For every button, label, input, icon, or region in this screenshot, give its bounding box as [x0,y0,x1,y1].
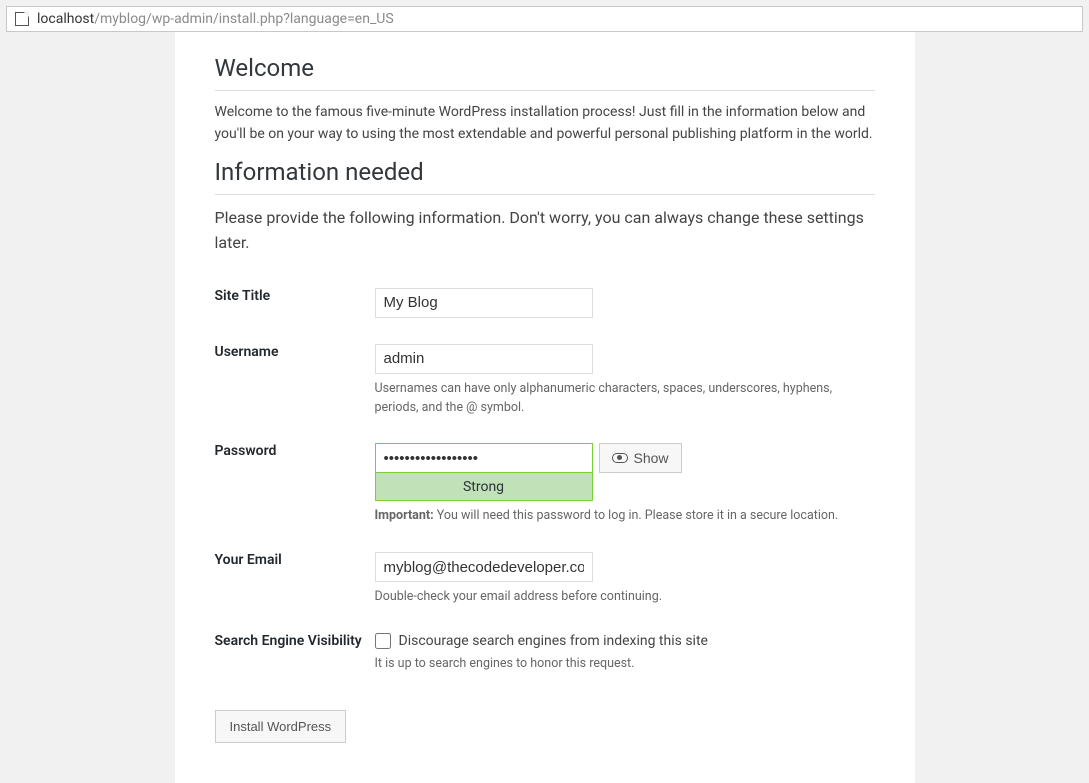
show-password-button[interactable]: Show [599,443,682,473]
email-desc: Double-check your email address before c… [375,588,875,607]
url-text: localhost/myblog/wp-admin/install.php?la… [37,11,394,27]
sev-checkbox-label: Discourage search engines from indexing … [399,633,708,649]
page-icon [15,12,29,26]
sev-label: Search Engine Visibility [215,623,375,690]
sev-desc: It is up to search engines to honor this… [375,655,875,674]
password-input[interactable] [375,443,593,473]
password-strength: Strong [375,473,593,501]
username-desc: Usernames can have only alphanumeric cha… [375,380,875,418]
eye-icon [612,453,628,463]
password-important: Important: You will need this password t… [375,507,875,526]
sev-checkbox[interactable] [375,633,391,649]
info-heading: Information needed [215,158,875,195]
site-title-label: Site Title [215,278,375,334]
email-label: Your Email [215,542,375,623]
welcome-text: Welcome to the famous five-minute WordPr… [215,101,875,146]
welcome-heading: Welcome [215,54,875,91]
main-content: Welcome Welcome to the famous five-minut… [175,32,915,783]
email-input[interactable] [375,552,593,582]
username-input[interactable] [375,344,593,374]
install-wordpress-button[interactable]: Install WordPress [215,710,347,743]
install-form: Site Title Username Usernames can have o… [215,278,875,690]
password-label: Password [215,433,375,542]
site-title-input[interactable] [375,288,593,318]
username-label: Username [215,334,375,434]
info-subtext: Please provide the following information… [215,205,875,256]
address-bar[interactable]: localhost/myblog/wp-admin/install.php?la… [6,6,1083,32]
